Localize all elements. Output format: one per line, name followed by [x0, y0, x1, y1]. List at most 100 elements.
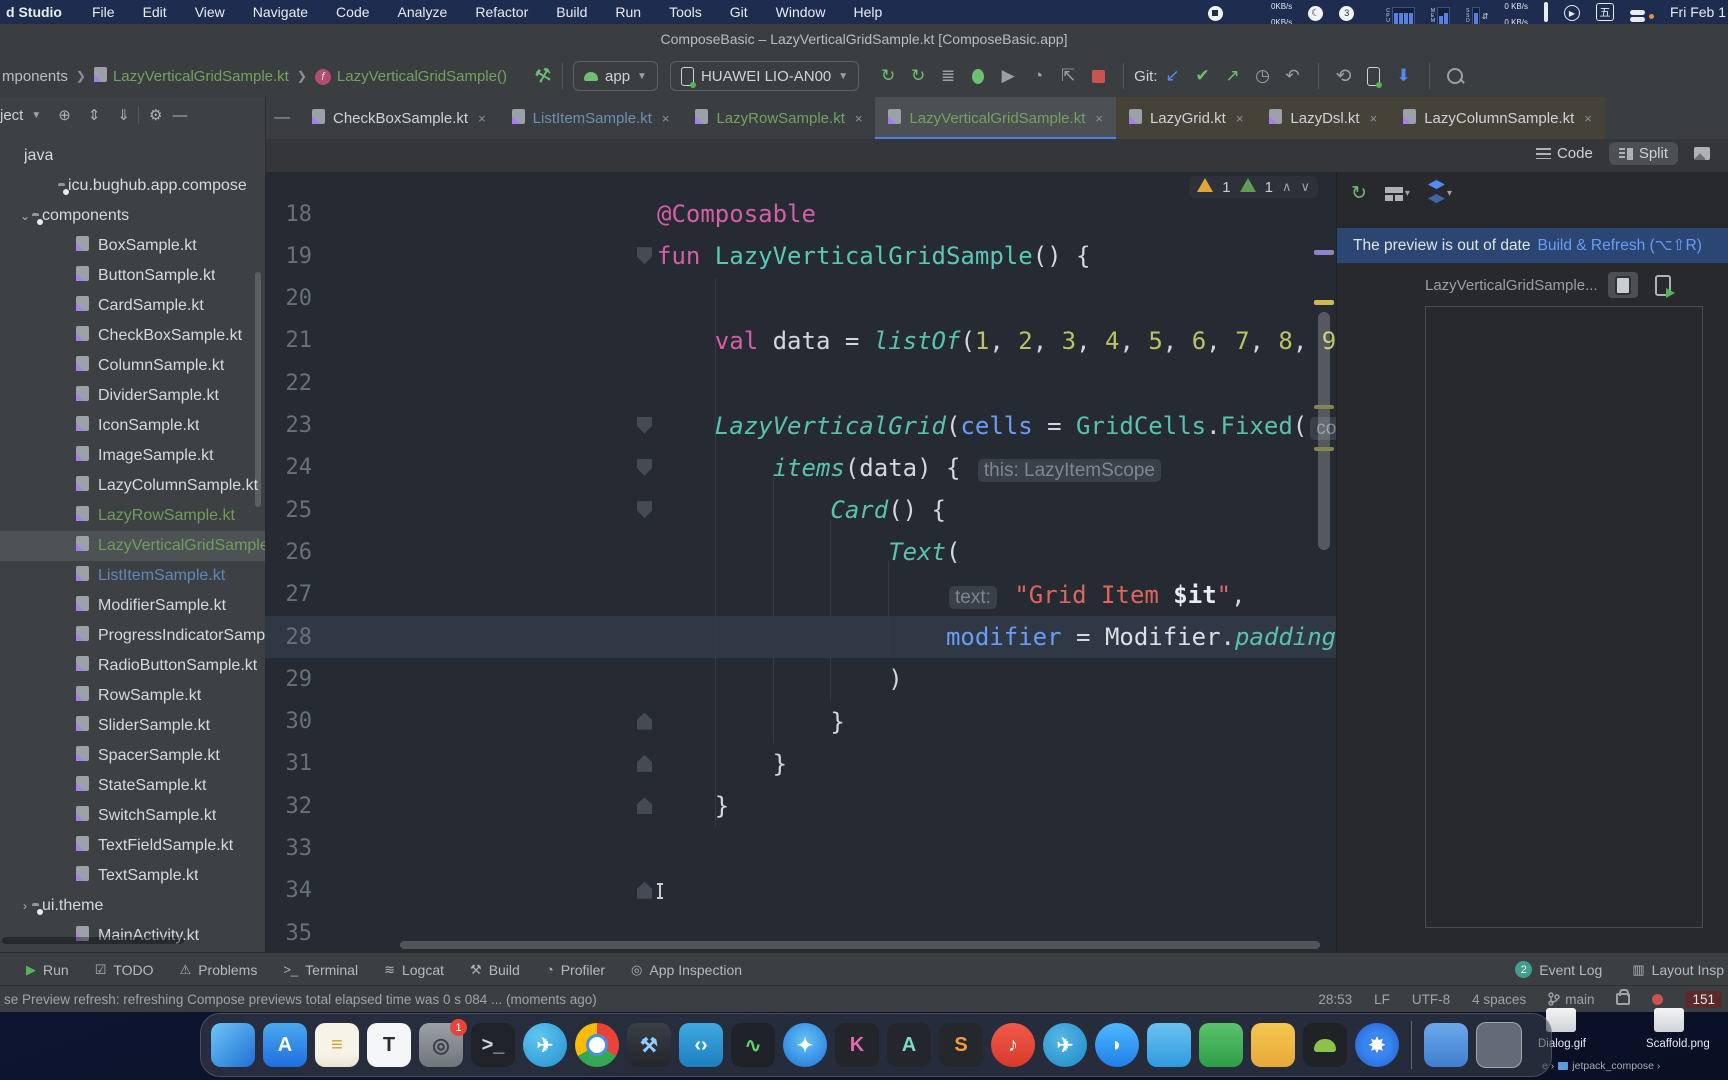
gradle-sync-icon[interactable]: ⟲	[1329, 62, 1359, 90]
tab-listitemsample-kt[interactable]: ListItemSample.kt ×	[499, 97, 683, 139]
file-thumbnail[interactable]	[1654, 1008, 1684, 1032]
file-encoding[interactable]: UTF-8	[1412, 992, 1450, 1007]
tab-close-icon[interactable]: ×	[1095, 111, 1103, 126]
tree-row-boxsample-kt[interactable]: BoxSample.kt	[0, 231, 265, 261]
dock-icon-music-red[interactable]: ♪	[991, 1023, 1035, 1067]
run-coverage-icon[interactable]: ▶	[993, 62, 1023, 90]
menu-item-git[interactable]: Git	[730, 4, 748, 20]
desktop-file-label[interactable]: Scaffold.png	[1646, 1038, 1710, 1050]
dock-icon-aperture-blue[interactable]: ✸	[1355, 1023, 1399, 1067]
caret-position[interactable]: 28:53	[1318, 992, 1352, 1007]
code-line-26[interactable]: 26 Text(	[265, 531, 1336, 573]
dock-icon-telegram[interactable]: ✈	[1043, 1023, 1087, 1067]
refresh-preview-icon[interactable]: ↻	[1351, 182, 1367, 205]
editor-scrollbar-vertical[interactable]	[1318, 312, 1330, 550]
git-rollback-icon[interactable]: ↶	[1278, 62, 1308, 90]
chevron-icon[interactable]: ›	[18, 899, 32, 913]
tree-row-columnsample-kt[interactable]: ColumnSample.kt	[0, 351, 265, 381]
dock-icon-kotlin-ide[interactable]: K	[835, 1023, 879, 1067]
dock-icon-finder[interactable]	[211, 1023, 255, 1067]
menu-item-analyze[interactable]: Analyze	[398, 4, 448, 20]
code-line-18[interactable]: 18 @Composable	[265, 193, 1336, 235]
run-tasks-icon[interactable]: ≣	[933, 62, 963, 90]
error-stripe-mark[interactable]	[1314, 300, 1334, 305]
code-line-22[interactable]: 22	[265, 362, 1336, 404]
memory-indicator[interactable]: 151	[1685, 990, 1722, 1008]
code-line-30[interactable]: 30 }	[265, 701, 1336, 743]
tree-row-ui-theme[interactable]: › ui.theme	[0, 891, 265, 921]
attach-debugger-icon[interactable]: ⇱	[1053, 62, 1083, 90]
profiler-button[interactable]: ◔	[1023, 62, 1053, 90]
breadcrumb-item[interactable]: mponents	[2, 68, 68, 85]
tree-row-mainactivity-kt[interactable]: MainActivity.kt	[0, 921, 265, 951]
code-editor[interactable]: 18 @Composable 19 fun LazyVerticalGridSampl…	[265, 172, 1336, 952]
dock-icon-iterm[interactable]: >_	[471, 1023, 515, 1067]
device-manager-icon[interactable]	[1359, 62, 1389, 90]
code-line-25[interactable]: 25 Card() {	[265, 489, 1336, 531]
git-push-button[interactable]: ↗	[1218, 62, 1248, 90]
dock-icon-xcode[interactable]: ⚒	[627, 1023, 671, 1067]
tool-window-button-run[interactable]: ▶ Run	[26, 962, 69, 978]
dock-icon-cat-yellow[interactable]	[1251, 1023, 1295, 1067]
control-center-icon[interactable]	[1629, 2, 1654, 22]
code-line-33[interactable]: 33	[265, 828, 1336, 870]
menu-item-edit[interactable]: Edit	[143, 4, 167, 20]
preview-layers-icon[interactable]: ▾	[1427, 180, 1452, 207]
locate-file-icon[interactable]: ⊕	[58, 106, 71, 124]
tree-row-textsample-kt[interactable]: TextSample.kt	[0, 861, 265, 891]
dock-icon-leaf-green[interactable]	[1199, 1023, 1243, 1067]
chevron-icon[interactable]: ⌄	[18, 209, 32, 223]
tree-row-checkboxsample-kt[interactable]: CheckBoxSample.kt	[0, 321, 265, 351]
tree-row-switchsample-kt[interactable]: SwitchSample.kt	[0, 801, 265, 831]
tool-window-button-problems[interactable]: ⚠ Problems	[180, 962, 258, 978]
code-line-27[interactable]: 27 text: "Grid Item $it",	[265, 574, 1336, 616]
tree-row-rowsample-kt[interactable]: RowSample.kt	[0, 681, 265, 711]
tree-row-statesample-kt[interactable]: StateSample.kt	[0, 771, 265, 801]
tool-window-button-profiler[interactable]: ◔ Profiler	[546, 962, 605, 978]
menu-app-name[interactable]: d Studio	[6, 4, 62, 20]
dock-icon-sublime[interactable]: S	[939, 1023, 983, 1067]
code-line-34[interactable]: 34	[265, 870, 1336, 912]
hide-panel-icon[interactable]: —	[172, 107, 187, 124]
tool-window-button-app-inspection[interactable]: ◎ App Inspection	[631, 962, 742, 978]
tab-code-view[interactable]: Code	[1526, 142, 1603, 165]
tab-close-icon[interactable]: ×	[855, 111, 863, 126]
tab-split-view[interactable]: Split	[1608, 142, 1678, 165]
code-line-29[interactable]: 29 )	[265, 658, 1336, 700]
screen-record-icon[interactable]	[1207, 3, 1223, 21]
breadcrumb-item[interactable]: LazyVerticalGridSample()	[337, 68, 507, 85]
error-stripe-mark[interactable]	[1314, 405, 1334, 409]
ssd-meter[interactable]: S S D ⇵	[1466, 0, 1488, 26]
run-button[interactable]: ↻	[873, 62, 903, 90]
tab-close-icon[interactable]: ×	[478, 111, 486, 126]
tab-lazyrowsample-kt[interactable]: LazyRowSample.kt ×	[682, 97, 875, 139]
tab-checkboxsample-kt[interactable]: CheckBoxSample.kt ×	[299, 97, 499, 139]
code-line-31[interactable]: 31 }	[265, 743, 1336, 785]
hide-tabs-icon[interactable]: —	[265, 97, 299, 139]
dock-icon-downloads-folder[interactable]	[1424, 1023, 1468, 1067]
apply-code-changes-button[interactable]: ↻	[903, 62, 933, 90]
dock-icon-app-store[interactable]: A	[263, 1023, 307, 1067]
collapse-all-icon[interactable]: ⇓	[117, 106, 130, 124]
tree-row-iconsample-kt[interactable]: IconSample.kt	[0, 411, 265, 441]
search-everywhere-icon[interactable]	[1440, 62, 1470, 90]
breadcrumb-item[interactable]: LazyVerticalGridSample.kt	[113, 68, 289, 85]
dock-icon-chrome[interactable]	[575, 1023, 619, 1067]
tab-close-icon[interactable]: ×	[1236, 111, 1244, 126]
menu-item-help[interactable]: Help	[853, 4, 882, 20]
code-line-24[interactable]: 24 items(data) { this: LazyItemScope	[265, 447, 1336, 489]
tree-row-radiobuttonsample-kt[interactable]: RadioButtonSample.kt	[0, 651, 265, 681]
menu-item-build[interactable]: Build	[556, 4, 587, 20]
git-commit-button[interactable]: ✔	[1188, 62, 1218, 90]
tree-row-modifiersample-kt[interactable]: ModifierSample.kt	[0, 591, 265, 621]
tree-row-spacersample-kt[interactable]: SpacerSample.kt	[0, 741, 265, 771]
tool-window-button-event-log[interactable]: 2 Event Log	[1515, 961, 1602, 978]
next-issue-icon[interactable]: ∨	[1300, 179, 1310, 195]
tree-row-dividersample-kt[interactable]: DividerSample.kt	[0, 381, 265, 411]
prev-issue-icon[interactable]: ∧	[1282, 179, 1292, 195]
device-selector[interactable]: HUAWEI LIO-AN00 ▼	[669, 61, 860, 91]
menu-item-window[interactable]: Window	[776, 4, 826, 20]
tree-row-lazyrowsample-kt[interactable]: LazyRowSample.kt	[0, 501, 265, 531]
project-view-selector[interactable]: ject	[0, 107, 23, 124]
code-line-20[interactable]: 20	[265, 278, 1336, 320]
